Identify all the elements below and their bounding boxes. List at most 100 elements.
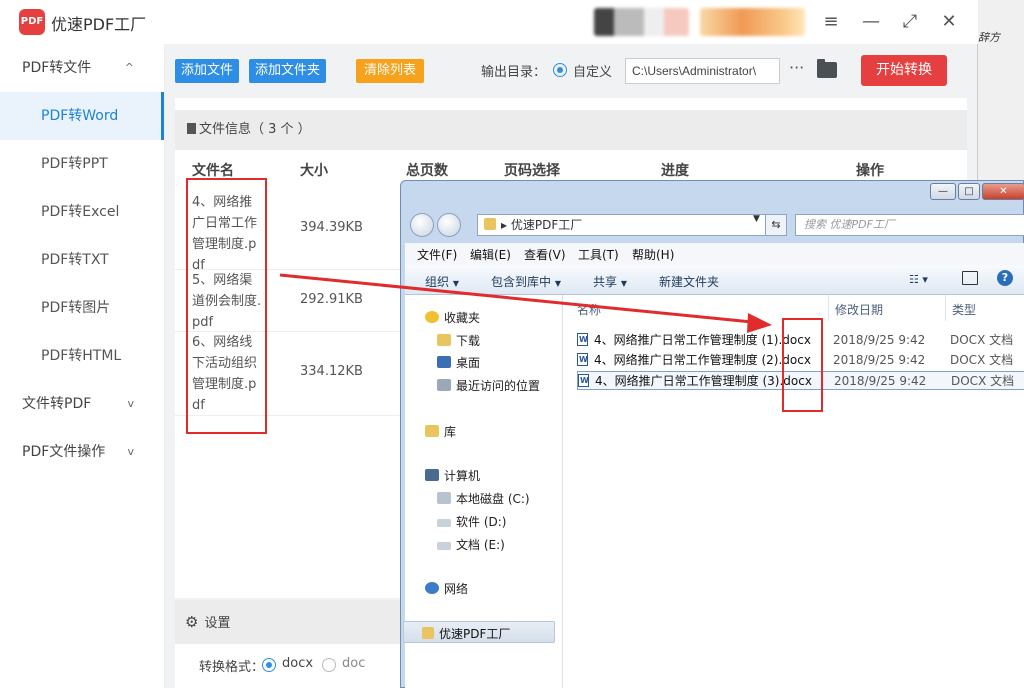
sidebar: PDF转文件 ^ PDF转Word PDF转PPT PDF转Excel PDF转…	[0, 44, 165, 688]
file-name: 4、网络推广日常工作管理制度 (1).docx	[594, 333, 811, 347]
format-doc-label: doc	[342, 656, 366, 671]
refresh-icon[interactable]: ⇆	[765, 214, 787, 236]
file-size: 292.91KB	[300, 292, 363, 307]
sidebar-item-pdf-to-ppt[interactable]: PDF转PPT	[0, 140, 164, 188]
nav-favorites[interactable]: 收藏夹	[425, 309, 480, 326]
nav-selected-folder-item: 优速PDF工厂	[422, 625, 510, 642]
address-chevron-icon: ▸	[501, 218, 508, 232]
column-header-actions: 操作	[856, 163, 884, 179]
sidebar-item-pdf-to-excel[interactable]: PDF转Excel	[0, 188, 164, 236]
nav-libraries-label: 库	[444, 425, 457, 439]
file-date: 2018/9/25 9:42	[833, 333, 926, 347]
include-library-button[interactable]: 包含到库中 ▼	[491, 273, 561, 290]
add-folder-button[interactable]: 添加文件夹	[249, 59, 327, 83]
user-avatar-blurred[interactable]	[594, 8, 689, 36]
word-doc-icon	[577, 351, 588, 369]
column-header-type[interactable]: 类型	[952, 301, 976, 318]
column-divider[interactable]	[945, 295, 946, 321]
file-date: 2018/9/25 9:42	[834, 374, 927, 388]
title-bar: PDF 优速PDF工厂 ≡ — ⤢ ✕	[0, 0, 978, 44]
nav-drive-c-label: 本地磁盘 (C:)	[456, 492, 530, 506]
view-options-icon[interactable]: ☷ ▾	[909, 273, 928, 286]
menu-help[interactable]: 帮助(H)	[632, 246, 674, 263]
background-text: 辞方	[978, 31, 1000, 44]
nav-selected-folder[interactable]: 优速PDF工厂	[403, 621, 555, 643]
column-header-name[interactable]: 名称	[577, 301, 601, 318]
chevron-down-icon: v	[127, 397, 134, 410]
sidebar-group-pdf-operations[interactable]: PDF文件操作 v	[0, 428, 164, 476]
explorer-command-bar: 组织 ▼ 包含到库中 ▼ 共享 ▼ 新建文件夹 ☷ ▾ ?	[405, 265, 1024, 295]
file-name: 4、网络推广日常工作管理制度 (3).docx	[595, 374, 812, 388]
nav-desktop[interactable]: 桌面	[437, 354, 480, 371]
settings-label: 设置	[204, 616, 231, 631]
more-options-button[interactable]: ···	[789, 58, 804, 77]
start-convert-button[interactable]: 开始转换	[861, 55, 947, 86]
close-button[interactable]: ✕	[937, 10, 961, 34]
file-type: DOCX 文档	[951, 374, 1015, 388]
user-info-blurred[interactable]	[700, 8, 805, 36]
nav-drive-e[interactable]: 文档 (E:)	[437, 536, 505, 553]
toolbar: 添加文件 添加文件夹 清除列表 输出目录： 自定义 ··· 开始转换	[165, 44, 977, 98]
nav-drive-c[interactable]: 本地磁盘 (C:)	[437, 490, 530, 507]
sidebar-item-pdf-to-image[interactable]: PDF转图片	[0, 284, 164, 332]
column-header-date[interactable]: 修改日期	[835, 301, 883, 318]
sidebar-group-label: 文件转PDF	[22, 396, 92, 412]
custom-output-radio[interactable]	[553, 63, 567, 77]
clear-list-button[interactable]: 清除列表	[356, 59, 425, 83]
folder-icon	[422, 627, 434, 639]
nav-recent-label: 最近访问的位置	[456, 379, 541, 393]
nav-network-label: 网络	[444, 582, 469, 596]
file-type: DOCX 文档	[950, 333, 1014, 347]
nav-downloads[interactable]: 下载	[437, 332, 480, 349]
nav-selected-folder-label: 优速PDF工厂	[439, 627, 511, 641]
forward-button[interactable]	[437, 213, 461, 237]
recent-places-icon	[437, 379, 451, 391]
preview-pane-icon[interactable]	[962, 271, 978, 285]
chevron-up-icon: ^	[124, 61, 134, 74]
sidebar-group-file-to-pdf[interactable]: 文件转PDF v	[0, 380, 164, 428]
column-header-filename: 文件名	[192, 163, 234, 179]
add-file-button[interactable]: 添加文件	[175, 59, 240, 83]
nav-desktop-label: 桌面	[456, 356, 481, 370]
column-divider[interactable]	[828, 295, 829, 321]
back-button[interactable]	[410, 213, 434, 237]
nav-libraries[interactable]: 库	[425, 423, 456, 440]
explorer-maximize-button[interactable]: □	[958, 183, 980, 200]
format-doc-radio[interactable]	[322, 658, 336, 672]
sidebar-item-pdf-to-html[interactable]: PDF转HTML	[0, 332, 164, 380]
output-path-input[interactable]	[625, 58, 780, 84]
format-docx-radio[interactable]	[262, 658, 276, 672]
nav-recent[interactable]: 最近访问的位置	[437, 377, 540, 394]
dropdown-icon: ▼	[452, 279, 459, 288]
nav-drive-d[interactable]: 软件 (D:)	[437, 513, 506, 530]
word-doc-icon	[577, 331, 588, 349]
address-bar[interactable]: ▸ 优速PDF工厂	[477, 214, 787, 236]
sidebar-item-pdf-to-word[interactable]: PDF转Word	[0, 92, 164, 140]
menu-view[interactable]: 查看(V)	[524, 246, 566, 263]
help-icon[interactable]: ?	[997, 270, 1013, 286]
library-icon	[425, 425, 439, 437]
annotation-box-filenames	[186, 178, 267, 434]
file-size: 334.12KB	[300, 364, 363, 379]
explorer-close-button[interactable]: ✕	[982, 183, 1024, 200]
minimize-button[interactable]: —	[859, 10, 883, 34]
explorer-menu-bar: 文件(F) 编辑(E) 查看(V) 工具(T) 帮助(H)	[405, 243, 1024, 265]
search-input[interactable]: 搜索 优速PDF工厂	[795, 214, 1024, 236]
sidebar-item-pdf-to-txt[interactable]: PDF转TXT	[0, 236, 164, 284]
organize-button[interactable]: 组织 ▼	[425, 273, 459, 290]
menu-file[interactable]: 文件(F)	[417, 246, 457, 263]
new-folder-button[interactable]: 新建文件夹	[659, 273, 719, 290]
maximize-button[interactable]: ⤢	[898, 10, 922, 34]
document-icon	[187, 123, 196, 134]
nav-computer[interactable]: 计算机	[425, 467, 480, 484]
nav-network[interactable]: 网络	[425, 580, 468, 597]
menu-icon[interactable]: ≡	[819, 10, 843, 34]
menu-edit[interactable]: 编辑(E)	[470, 246, 511, 263]
explorer-minimize-button[interactable]: —	[930, 183, 956, 200]
file-info-header: 文件信息（ 3 个 ）	[175, 110, 967, 150]
address-dropdown-icon[interactable]: ▼	[753, 214, 760, 224]
sidebar-group-pdf-to-file[interactable]: PDF转文件 ^	[0, 44, 164, 92]
share-button[interactable]: 共享 ▼	[593, 273, 627, 290]
menu-tools[interactable]: 工具(T)	[578, 246, 619, 263]
open-folder-icon[interactable]	[817, 59, 837, 78]
